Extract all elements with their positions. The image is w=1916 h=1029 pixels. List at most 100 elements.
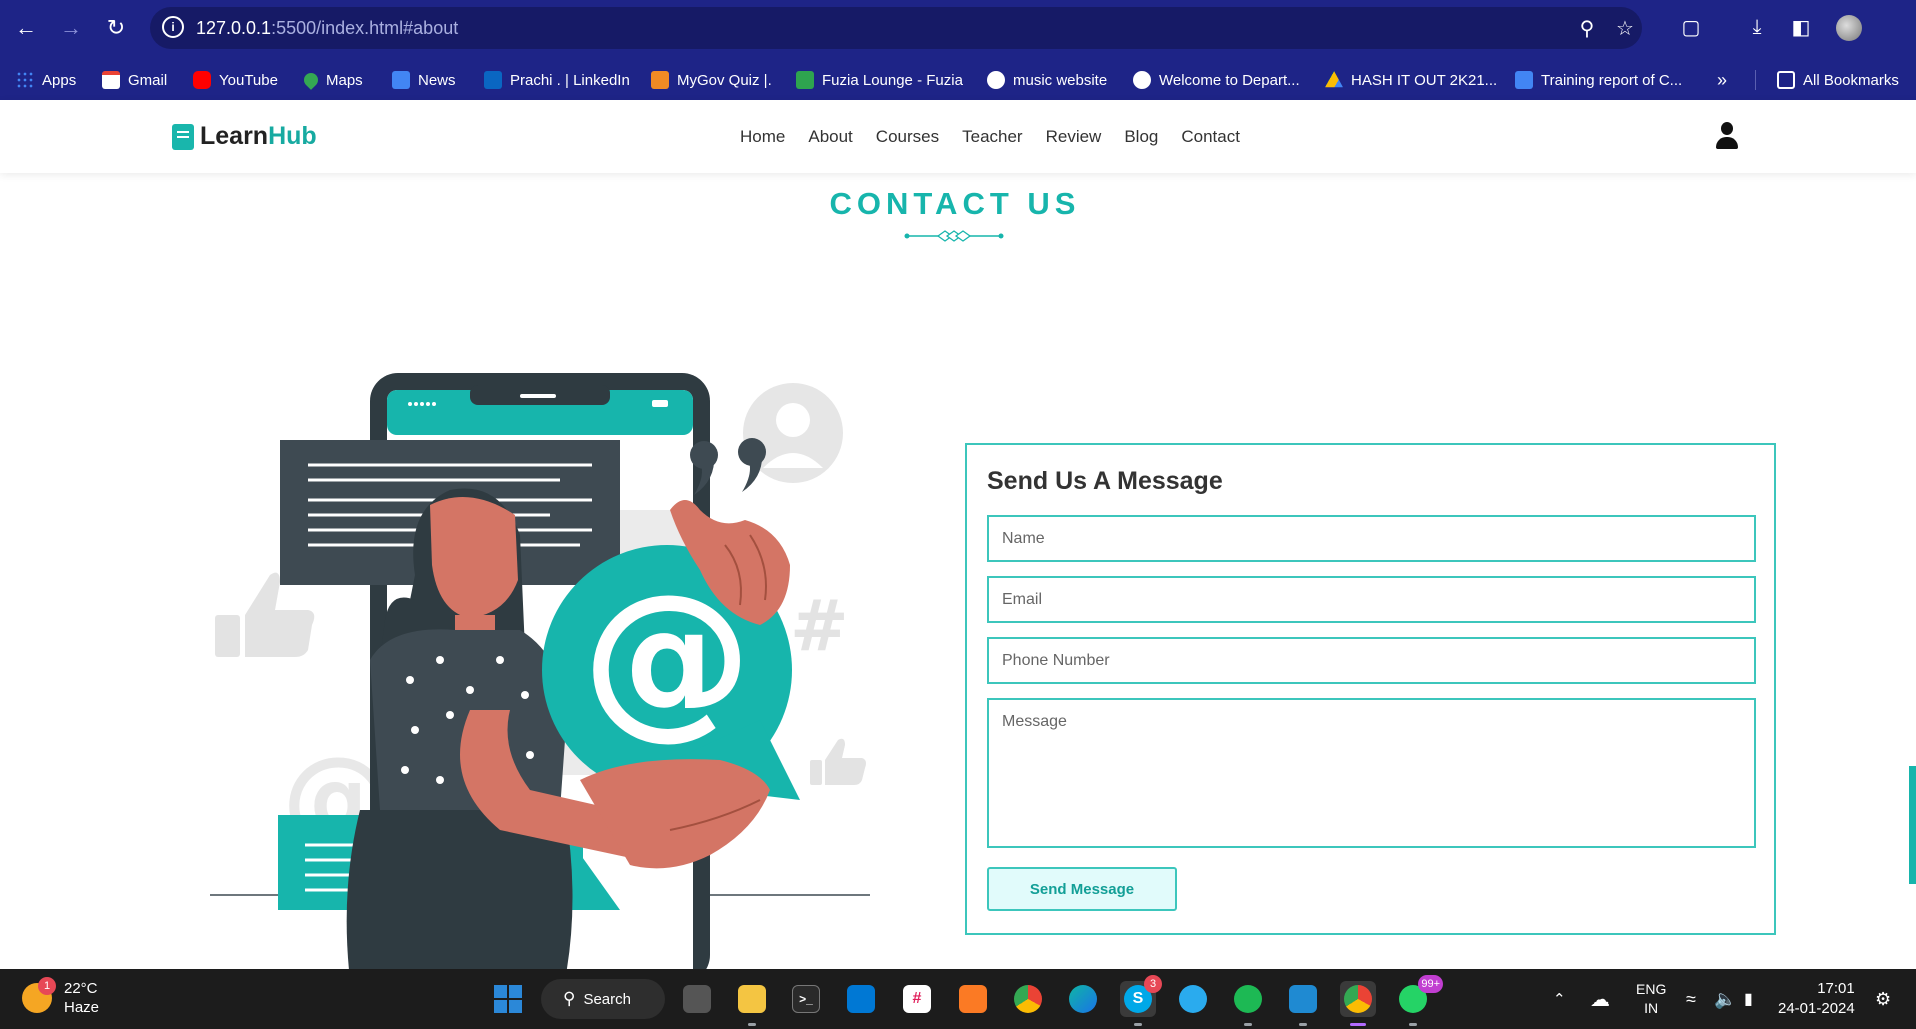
skype-icon[interactable]: S 3 (1120, 975, 1162, 1026)
maps-pin-icon (301, 70, 321, 90)
reload-button[interactable]: ↻ (98, 10, 134, 46)
email-input[interactable] (987, 576, 1756, 623)
bookmark-welcome[interactable]: Welcome to Depart... (1133, 67, 1300, 93)
whatsapp-icon[interactable]: 99+ (1395, 975, 1443, 1026)
clock-date: 24-01-2024 (1778, 1000, 1855, 1017)
url-text[interactable]: 127.0.0.1:5500/index.html#about (196, 18, 458, 39)
show-hidden-icons-chevron-icon[interactable]: ⌃ (1553, 969, 1566, 1029)
bookmark-gmail[interactable]: Gmail (102, 67, 167, 93)
nav-about[interactable]: About (808, 127, 852, 147)
skype-badge: 3 (1144, 975, 1162, 993)
bookmark-news[interactable]: News (392, 67, 456, 93)
bookmark-hash-it-out[interactable]: HASH IT OUT 2K21... (1325, 67, 1497, 93)
address-bar[interactable]: i 127.0.0.1:5500/index.html#about ⚲ ☆ (150, 7, 1642, 49)
vscode-icon[interactable] (1285, 981, 1321, 1026)
nav-contact[interactable]: Contact (1181, 127, 1240, 147)
bookmarks-bar: Apps Gmail YouTube Maps News Prachi . | … (0, 60, 1916, 100)
all-bookmarks-folder[interactable]: All Bookmarks (1777, 67, 1899, 93)
send-message-button[interactable]: Send Message (987, 867, 1177, 911)
profile-avatar[interactable] (1836, 15, 1862, 41)
clock-time: 17:01 (1817, 980, 1855, 997)
folder-icon (1777, 71, 1795, 89)
bookmark-youtube[interactable]: YouTube (193, 67, 278, 93)
region-code: IN (1644, 1000, 1659, 1016)
bookmark-apps[interactable]: Apps (16, 67, 76, 93)
terminal-icon[interactable]: >_ (788, 981, 824, 1017)
edge-icon[interactable] (1065, 981, 1101, 1017)
contact-form: Send Us A Message Send Message (965, 443, 1776, 935)
start-windows-icon[interactable] (490, 981, 526, 1017)
nav-blog[interactable]: Blog (1124, 127, 1158, 147)
nav-teacher[interactable]: Teacher (962, 127, 1022, 147)
mygov-icon (651, 71, 669, 89)
contact-illustration: # @ @ (210, 373, 870, 970)
taskbar-search[interactable]: ⚲ Search (541, 979, 665, 1019)
weather-condition: Haze (64, 999, 100, 1016)
news-icon (392, 71, 410, 89)
nav-review[interactable]: Review (1046, 127, 1102, 147)
wifi-icon[interactable]: ≈ (1686, 969, 1696, 1029)
zoom-icon[interactable]: ⚲ (1574, 15, 1600, 41)
apps-grid-icon (16, 71, 34, 89)
message-textarea[interactable] (987, 698, 1756, 848)
site-info-icon[interactable]: i (162, 16, 184, 38)
lang-code: ENG (1636, 981, 1667, 997)
name-input[interactable] (987, 515, 1756, 562)
volume-icon[interactable]: 🔈 (1714, 969, 1736, 1029)
linkedin-icon (484, 71, 502, 89)
form-title: Send Us A Message (987, 467, 1223, 495)
more-bookmarks-chevron-icon[interactable]: » (1717, 67, 1727, 93)
chrome-active-icon[interactable] (1340, 981, 1376, 1026)
page-scroll-indicator[interactable] (1909, 766, 1916, 884)
bookmark-maps[interactable]: Maps (301, 67, 363, 93)
xampp-icon[interactable] (955, 981, 991, 1017)
task-view-icon[interactable] (679, 981, 715, 1017)
extensions-icon[interactable]: ▢ (1676, 12, 1706, 42)
nav-home[interactable]: Home (740, 127, 785, 147)
user-icon[interactable] (1715, 122, 1739, 150)
weather-sun-icon: 1 (22, 977, 56, 1013)
drive-icon (1325, 71, 1343, 88)
bookmark-fuzia[interactable]: Fuzia Lounge - Fuzia (796, 67, 963, 93)
youtube-icon (193, 71, 211, 89)
windows-taskbar: 1 22°C Haze ⚲ Search >_ # S 3 99+ ⌃ ☁ EN… (0, 969, 1916, 1029)
phone-input[interactable] (987, 637, 1756, 684)
search-icon: ⚲ (563, 989, 576, 1008)
weather-badge: 1 (38, 977, 56, 995)
clock[interactable]: 17:01 24-01-2024 (1778, 979, 1855, 1019)
onedrive-cloud-icon[interactable]: ☁ (1590, 969, 1610, 1029)
telegram-icon[interactable] (1175, 981, 1211, 1017)
learnhub-logo[interactable]: LearnHub (172, 122, 317, 151)
bookmark-music-website[interactable]: music website (987, 67, 1107, 93)
svg-text:#: # (790, 585, 849, 667)
notification-bell-icon[interactable]: ⚙ (1875, 969, 1891, 1029)
bookmark-star-icon[interactable]: ☆ (1612, 15, 1638, 41)
bookmark-mygov[interactable]: MyGov Quiz |. (651, 67, 772, 93)
slides-icon (1515, 71, 1533, 89)
downloads-icon[interactable]: ⤓ (1742, 12, 1772, 42)
weather-widget[interactable]: 1 22°C Haze (22, 977, 100, 1017)
logo-text: LearnHub (200, 122, 317, 150)
back-button[interactable]: ← (8, 10, 44, 46)
side-panel-icon[interactable]: ◧ (1786, 12, 1816, 42)
battery-icon[interactable]: ▮ (1744, 969, 1753, 1029)
bookmarks-separator (1755, 70, 1756, 90)
main-nav: Home About Courses Teacher Review Blog C… (740, 100, 1263, 173)
language-indicator[interactable]: ENG IN (1636, 969, 1666, 1029)
fuzia-icon (796, 71, 814, 89)
file-explorer-icon[interactable] (734, 981, 770, 1026)
globe-icon (1133, 71, 1151, 89)
bookmark-linkedin[interactable]: Prachi . | LinkedIn (484, 67, 630, 93)
slack-icon[interactable]: # (899, 981, 935, 1017)
nav-courses[interactable]: Courses (876, 127, 939, 147)
section-title: CONTACT US (829, 186, 1081, 221)
chrome-icon[interactable] (1010, 981, 1046, 1017)
microsoft-store-icon[interactable] (843, 981, 879, 1017)
site-header: LearnHub Home About Courses Teacher Revi… (0, 100, 1916, 173)
gmail-icon (102, 71, 120, 89)
whatsapp-badge: 99+ (1418, 975, 1443, 993)
spotify-icon[interactable] (1230, 981, 1266, 1026)
bookmark-training-report[interactable]: Training report of C... (1515, 67, 1682, 93)
search-label: Search (583, 990, 631, 1008)
forward-button[interactable]: → (53, 10, 89, 46)
